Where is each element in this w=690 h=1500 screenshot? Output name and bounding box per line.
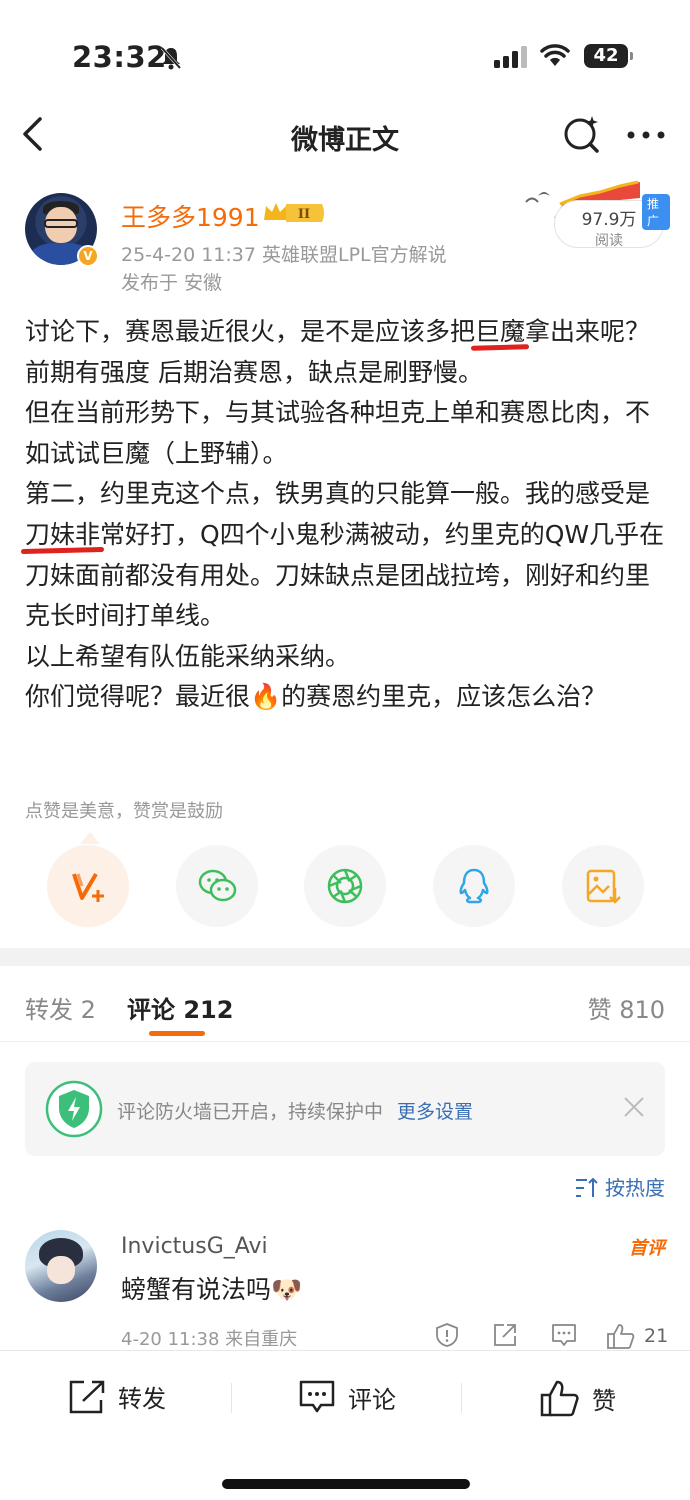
divider [461, 1383, 462, 1413]
reward-tip-text: 点赞是美意，赞赏是鼓励 [25, 801, 223, 822]
tab-likes[interactable]: 赞 810 [588, 990, 665, 1025]
comment-button[interactable]: 评论 [298, 1379, 396, 1419]
interaction-tabs: 转发 2 评论 212 赞 810 [0, 966, 690, 1042]
reward-icon [72, 872, 104, 902]
wifi-icon [540, 44, 570, 66]
status-time: 23:32 [72, 40, 167, 74]
comment-icon [299, 1380, 335, 1413]
post-location: 发布于 安徽 [121, 272, 223, 294]
vip-crown-icon: II [264, 203, 324, 222]
battery-indicator: 42 [584, 44, 633, 68]
like-button[interactable]: 赞 [540, 1379, 616, 1419]
section-separator [0, 948, 690, 966]
silent-bell-icon [160, 46, 182, 70]
comment-firewall-notice: 评论防火墙已开启，持续保护中 更多设置 [25, 1062, 665, 1156]
close-icon[interactable] [623, 1096, 645, 1118]
sort-by-hot-button[interactable]: 按热度 [575, 1172, 665, 1201]
share-wechat-button[interactable] [176, 845, 258, 927]
repost-label: 转发 [118, 1385, 166, 1413]
first-comment-badge: 首评 [629, 1238, 665, 1259]
post-paragraph: 但在当前形势下，与其试验各种坦克上单和赛恩比肉，不如试试巨魔（上野辅）。 [25, 398, 651, 468]
divider [231, 1383, 232, 1413]
report-icon[interactable] [434, 1322, 460, 1348]
read-count-label: 阅读 [595, 233, 623, 249]
highlight-mark: 刀妹非 [25, 519, 101, 549]
reward-button[interactable] [47, 845, 129, 927]
more-options-icon[interactable] [626, 130, 666, 140]
save-image-icon [586, 869, 621, 904]
comment-share-icon[interactable] [492, 1322, 518, 1348]
like-label: 赞 [592, 1386, 616, 1415]
sort-label: 按热度 [605, 1176, 665, 1200]
wechat-icon [198, 869, 237, 902]
post-body: 讨论下，赛恩最近很火，是不是应该多把巨魔拿出来呢？前期有强度 后期治赛恩，缺点是… [25, 312, 670, 718]
status-bar: 23:32 42 [0, 0, 690, 100]
post-paragraph: 讨论下，赛恩最近很火，是不是应该多把巨魔拿出来呢？前期有强度 后期治赛恩，缺点是… [25, 317, 651, 387]
share-qq-button[interactable] [433, 845, 515, 927]
post-paragraph: 你们觉得呢？最近很🔥的赛恩约里克，应该怎么治？ [25, 682, 607, 712]
comment-meta: 4-20 11:38 来自重庆 [121, 1329, 298, 1350]
commenter-name[interactable]: InvictusG_Avi [121, 1234, 268, 1259]
shield-lightning-icon [45, 1080, 103, 1138]
share-row [0, 845, 690, 927]
tip-pointer [80, 832, 100, 844]
tab-repost[interactable]: 转发 2 [25, 990, 96, 1025]
firewall-text: 评论防火墙已开启，持续保护中 [117, 1101, 384, 1123]
fire-emoji-icon: 🔥 [250, 682, 282, 712]
active-tab-indicator [149, 1031, 205, 1036]
home-indicator[interactable] [222, 1479, 470, 1489]
post-paragraph: 第二，约里克这个点，铁男真的只能算一般。我的感受是刀妹非常好打，Q四个小鬼秒满被… [25, 479, 665, 631]
doge-emoji-icon: 🐶 [271, 1275, 303, 1304]
verified-badge-icon [77, 245, 99, 267]
share-moments-button[interactable] [304, 845, 386, 927]
promo-badge: 推广 [642, 194, 670, 230]
post-time-source: 25-4-20 11:37 英雄联盟LPL官方解说 [121, 244, 447, 266]
comment-like-count: 21 [644, 1325, 669, 1347]
read-count-widget[interactable]: 97.9万 阅读 推广 [520, 178, 670, 250]
sort-icon [576, 1177, 598, 1197]
comment-text: 螃蟹有说法吗🐶 [121, 1275, 303, 1304]
save-image-button[interactable] [562, 845, 644, 927]
repost-button[interactable]: 转发 [68, 1379, 166, 1419]
comment-like-icon[interactable] [606, 1322, 636, 1350]
firewall-settings-link[interactable]: 更多设置 [397, 1101, 473, 1123]
repost-icon [69, 1380, 105, 1413]
cell-signal-icon [494, 46, 527, 68]
highlight-mark: 巨魔 [475, 317, 526, 346]
like-icon [540, 1380, 579, 1417]
author-avatar[interactable] [25, 193, 99, 267]
reply-icon[interactable] [550, 1322, 578, 1348]
bottom-action-bar: 转发 评论 赞 [0, 1350, 690, 1500]
qq-icon [459, 868, 489, 904]
commenter-avatar[interactable] [25, 1230, 97, 1302]
author-name[interactable]: 王多多1991 [121, 198, 260, 234]
level-badge-text: II [298, 207, 310, 222]
tab-comments[interactable]: 评论 212 [127, 990, 233, 1025]
moments-icon [327, 868, 363, 904]
smart-search-icon[interactable] [562, 114, 602, 154]
post-paragraph: 以上希望有队伍能采纳采纳。 [25, 641, 351, 671]
top-nav-bar: 微博正文 [0, 100, 690, 172]
comment-label: 评论 [348, 1385, 396, 1414]
